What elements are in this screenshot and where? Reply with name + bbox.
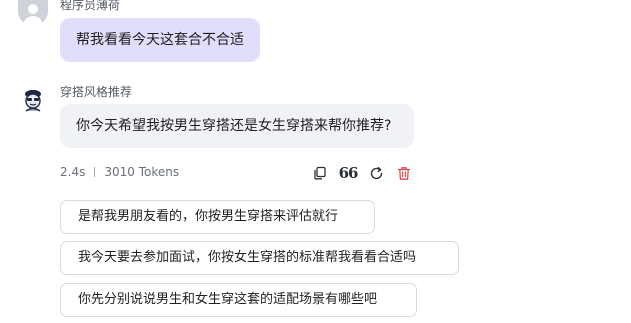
response-duration: 2.4s — [60, 165, 86, 179]
user-avatar-head — [28, 4, 38, 14]
copy-button[interactable] — [311, 164, 329, 182]
delete-icon — [397, 166, 411, 180]
suggestion-button[interactable]: 是帮我男朋友看的，你按男生穿搭来评估就行 — [60, 200, 375, 234]
suggestion-button[interactable]: 我今天要去参加面试，你按女生穿搭的标准帮我看看合适吗 — [60, 241, 459, 275]
suggestion-button[interactable]: 你先分别说说男生和女生穿这套的适配场景有哪些吧 — [60, 283, 417, 317]
regenerate-icon — [370, 166, 382, 179]
message-actions: 66 — [311, 164, 423, 182]
user-name: 程序员薄荷 — [60, 0, 121, 12]
bot-message-bubble: 你今天希望我按男生穿搭还是女生穿搭来帮你推荐? — [60, 104, 414, 148]
meta-divider — [94, 167, 96, 177]
regenerate-button[interactable] — [367, 164, 385, 182]
response-meta: 2.4s 3010 Tokens — [60, 164, 179, 180]
user-avatar-shoulders — [23, 16, 43, 26]
bot-avatar-icon — [25, 90, 41, 112]
bot-name: 穿搭风格推荐 — [60, 85, 133, 99]
delete-button[interactable] — [395, 164, 413, 182]
quote-button[interactable]: 66 — [338, 164, 359, 182]
user-message-bubble: 帮我看看今天这套合不合适 — [60, 18, 260, 62]
token-count: 3010 Tokens — [104, 165, 180, 179]
quote-icon: 66 — [338, 164, 359, 182]
copy-icon — [314, 166, 326, 180]
user-avatar — [18, 0, 48, 26]
